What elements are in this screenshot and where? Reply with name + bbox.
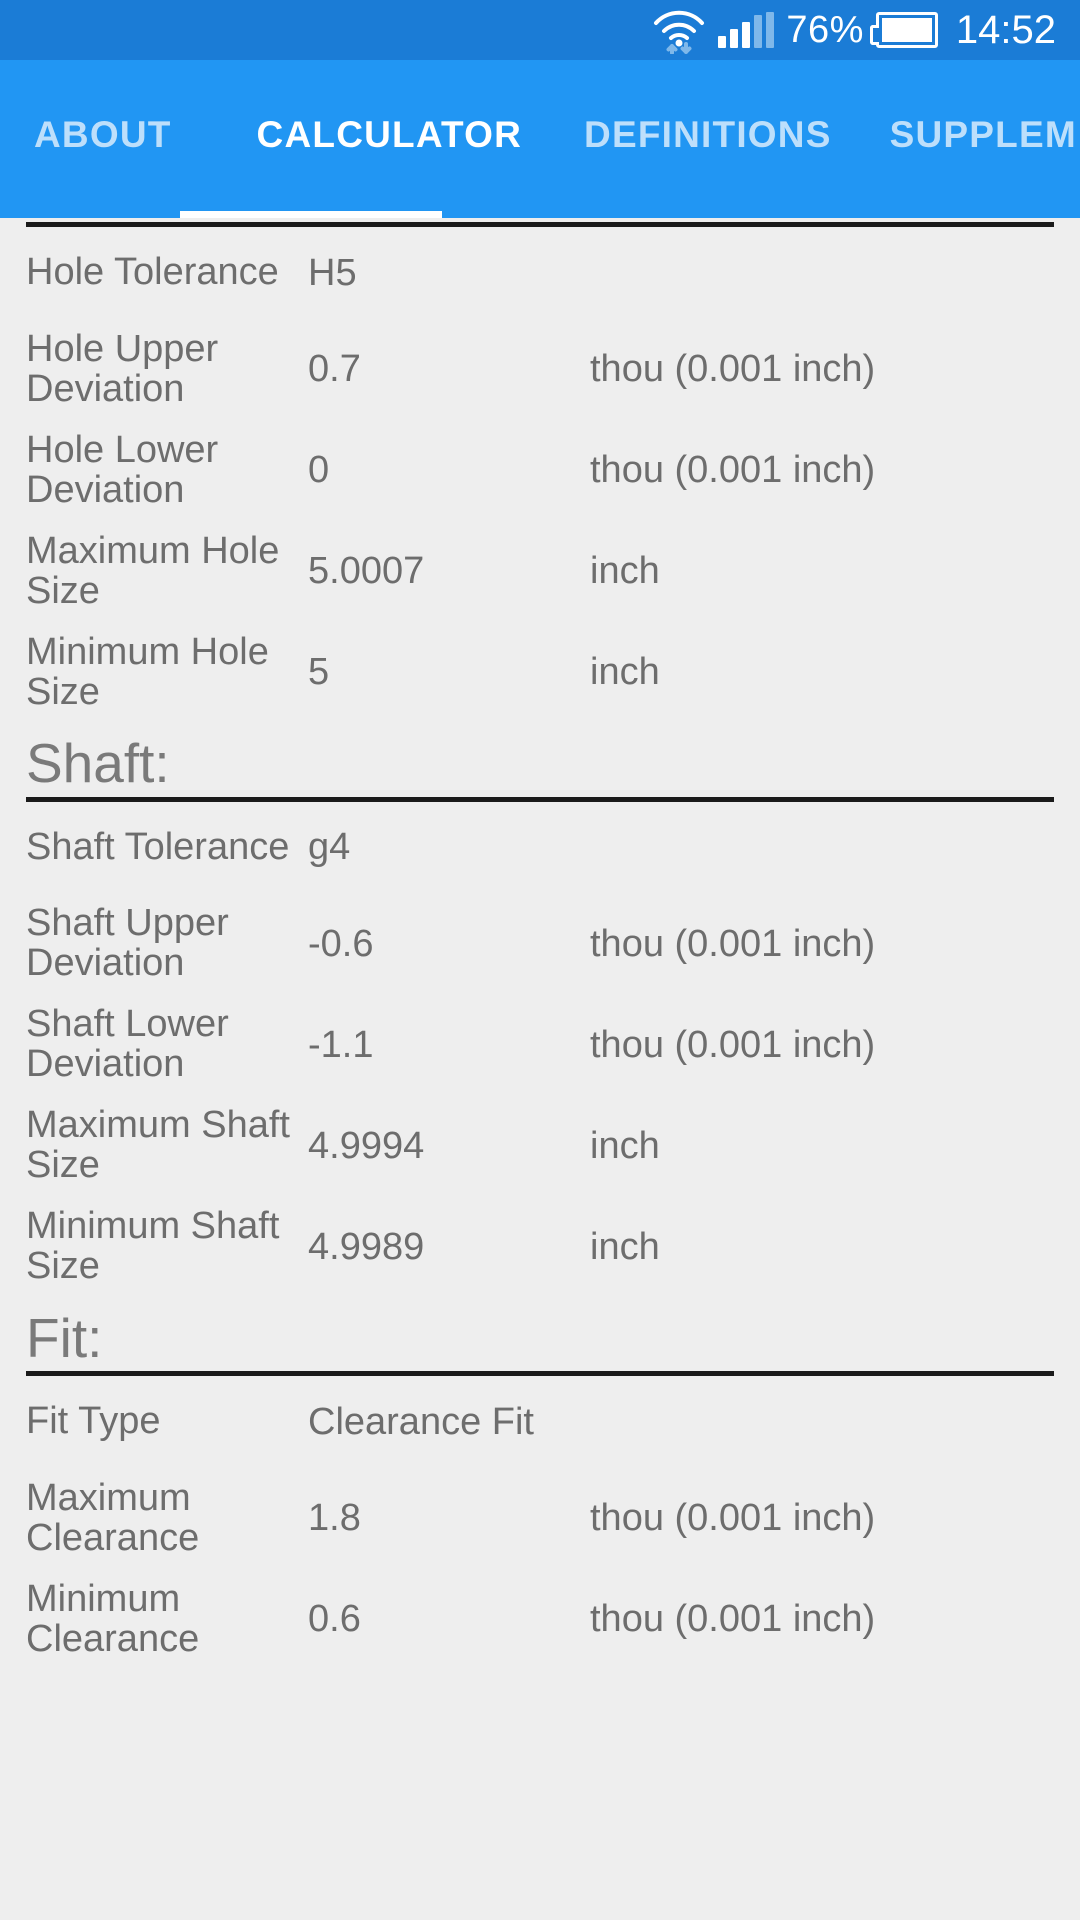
row-value: 5 bbox=[308, 651, 330, 693]
row-value: 4.9994 bbox=[308, 1124, 425, 1167]
row-label: Hole Lower Deviation bbox=[26, 428, 219, 511]
row-label: Hole Upper Deviation bbox=[26, 327, 219, 410]
table-row: Maximum Clearance 1.8 thou (0.001 inch) bbox=[0, 1468, 1080, 1569]
table-row: Minimum Shaft Size 4.9989 inch bbox=[0, 1197, 1080, 1298]
row-unit: thou (0.001 inch) bbox=[590, 922, 876, 965]
battery-percent-label: 76% bbox=[786, 8, 864, 51]
row-value: 1.8 bbox=[308, 1497, 361, 1540]
row-unit: thou (0.001 inch) bbox=[590, 449, 876, 491]
table-row: Shaft Upper Deviation -0.6 thou (0.001 i… bbox=[0, 894, 1080, 995]
row-unit: thou (0.001 inch) bbox=[590, 1023, 876, 1066]
row-label: Shaft Upper Deviation bbox=[26, 902, 229, 985]
tab-calculator[interactable]: CALCULATOR bbox=[257, 116, 523, 163]
row-label: Shaft Lower Deviation bbox=[26, 1003, 229, 1086]
table-row: Maximum Hole Size 5.0007 inch bbox=[0, 521, 1080, 622]
table-row: Shaft Lower Deviation -1.1 thou (0.001 i… bbox=[0, 995, 1080, 1096]
row-value: 0.7 bbox=[308, 348, 361, 390]
row-label: Maximum Shaft Size bbox=[26, 1104, 290, 1187]
row-value: H5 bbox=[308, 251, 357, 294]
battery-icon bbox=[869, 12, 938, 48]
row-value: 0 bbox=[308, 449, 330, 491]
section-title: Shaft: bbox=[26, 732, 170, 794]
row-unit: inch bbox=[590, 651, 660, 693]
table-row: Hole Tolerance H5 bbox=[0, 227, 1080, 319]
tab-active-indicator bbox=[180, 211, 442, 218]
row-label: Maximum Hole Size bbox=[26, 529, 280, 612]
tab-bar: ABOUT CALCULATOR DEFINITIONS SUPPLEM bbox=[0, 60, 1080, 218]
calculator-results-list[interactable]: Hole Tolerance H5 Hole Upper Deviation 0… bbox=[0, 218, 1080, 1920]
section-header-fit: Fit: bbox=[0, 1306, 1080, 1377]
row-unit: thou (0.001 inch) bbox=[590, 1598, 876, 1641]
row-unit: inch bbox=[590, 550, 660, 592]
table-row: Minimum Hole Size 5 inch bbox=[0, 622, 1080, 723]
row-value: Clearance Fit bbox=[308, 1400, 534, 1443]
row-label: Shaft Tolerance bbox=[26, 825, 290, 868]
table-row: Hole Upper Deviation 0.7 thou (0.001 inc… bbox=[0, 319, 1080, 420]
table-row: Hole Lower Deviation 0 thou (0.001 inch) bbox=[0, 420, 1080, 521]
status-icons: 76% 14:52 bbox=[652, 6, 1056, 55]
status-clock: 14:52 bbox=[955, 7, 1056, 52]
signal-bars-icon bbox=[718, 12, 775, 48]
table-row: Maximum Shaft Size 4.9994 inch bbox=[0, 1096, 1080, 1197]
row-label: Hole Tolerance bbox=[26, 251, 279, 294]
row-label: Minimum Shaft Size bbox=[26, 1205, 280, 1288]
row-unit: inch bbox=[590, 1124, 660, 1167]
tab-definitions[interactable]: DEFINITIONS bbox=[584, 116, 832, 163]
section-header-shaft: Shaft: bbox=[0, 732, 1080, 802]
row-unit: thou (0.001 inch) bbox=[590, 1497, 876, 1540]
table-row: Fit Type Clearance Fit bbox=[0, 1376, 1080, 1468]
tab-about[interactable]: ABOUT bbox=[34, 116, 172, 163]
table-row: Minimum Clearance 0.6 thou (0.001 inch) bbox=[0, 1569, 1080, 1670]
row-unit: thou (0.001 inch) bbox=[590, 348, 876, 390]
row-value: -0.6 bbox=[308, 922, 374, 965]
wifi-icon bbox=[652, 6, 706, 55]
row-label: Minimum Hole Size bbox=[26, 630, 269, 713]
row-label: Maximum Clearance bbox=[26, 1476, 200, 1559]
status-bar: 76% 14:52 bbox=[0, 0, 1080, 60]
tab-supplement[interactable]: SUPPLEM bbox=[890, 116, 1077, 163]
row-value: 0.6 bbox=[308, 1598, 361, 1641]
section-title: Fit: bbox=[26, 1306, 103, 1369]
row-value: g4 bbox=[308, 826, 351, 869]
table-row: Shaft Tolerance g4 bbox=[0, 802, 1080, 894]
row-value: 4.9989 bbox=[308, 1225, 425, 1268]
row-value: -1.1 bbox=[308, 1023, 374, 1066]
row-label: Minimum Clearance bbox=[26, 1577, 200, 1660]
row-unit: inch bbox=[590, 1225, 660, 1268]
row-value: 5.0007 bbox=[308, 550, 425, 592]
row-label: Fit Type bbox=[26, 1400, 161, 1443]
